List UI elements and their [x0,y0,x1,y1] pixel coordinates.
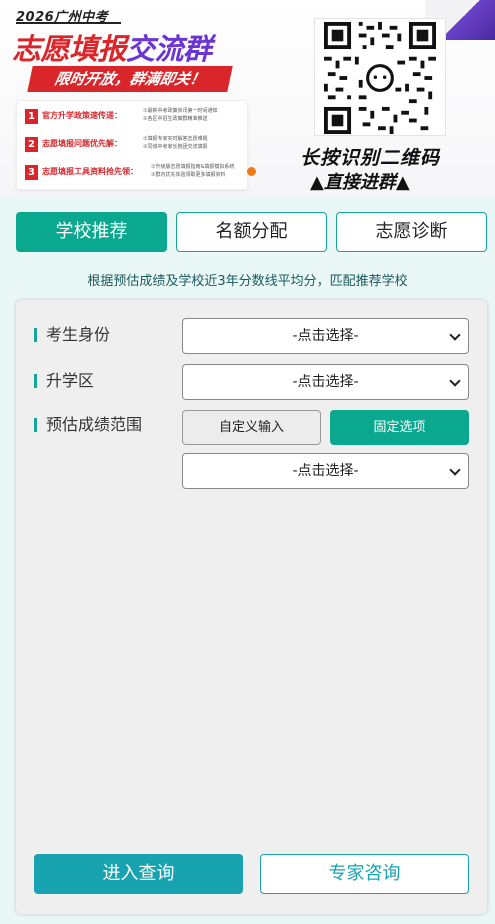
chevron-down-icon [449,329,461,341]
custom-input-button[interactable]: 自定义输入 [182,410,321,445]
chevron-down-icon [449,375,461,387]
district-select[interactable]: -点击选择- [182,364,469,400]
benefit-number: 3 [25,165,38,180]
qr-caption: 长按识别二维码 [300,147,441,169]
expert-consult-button[interactable]: 专家咨询 [260,854,469,894]
recommend-hint: 根据预估成绩及学校近3年分数线平均分，匹配推荐学校 [87,274,408,289]
identity-label: 考生身份 [34,325,110,345]
carousel-dot[interactable] [247,167,256,176]
tab-quota-allocation[interactable]: 名额分配 [176,212,327,252]
benefit-desc: ①升级版志愿填报指南&填报模拟系统 ②群内优先体验领取更多填报资料 [151,164,235,178]
qr-code[interactable] [314,18,446,136]
qr-code-icon [324,22,436,134]
identity-select-value: -点击选择- [292,328,359,344]
fixed-option-button[interactable]: 固定选项 [330,410,469,445]
tab-bar: 学校推荐 名额分配 志愿诊断 [16,212,487,252]
promo-banner[interactable]: 2026广州中考 志愿填报交流群 限时开放，群满即关！ 1 官方升学政策速传递：… [0,0,495,195]
tab-volunteer-diagnosis[interactable]: 志愿诊断 [336,212,487,252]
chevron-down-icon [449,464,461,476]
score-range-label: 预估成绩范围 [34,415,142,435]
banner-title-red: 志愿填报 [12,32,127,66]
benefit-desc: ①最新中考政策资讯第一时间通知 ②各区中招生政策群精准推送 [143,108,218,122]
banner-title-purple: 交流群 [126,32,212,66]
benefit-label: 志愿填报问题优先解： [42,139,122,148]
benefit-item: 1 官方升学政策速传递： ①最新中考政策资讯第一时间通知 ②各区中招生政策群精准推… [25,107,247,129]
benefit-label: 志愿填报工具资料抢先领： [42,167,138,176]
benefit-number: 1 [25,109,38,124]
benefit-desc: ①填报专家实时解答志愿难题 ②同城中考家长抱团交流填报 [143,136,208,150]
banner-ribbon: 限时开放，群满即关！ [27,66,233,92]
qr-caption-sub: ▲直接进群▲ [310,172,410,193]
tab-school-recommend[interactable]: 学校推荐 [16,212,167,252]
district-select-value: -点击选择- [292,374,359,390]
benefit-number: 2 [25,137,38,152]
recommend-form-panel: 考生身份 -点击选择- 升学区 -点击选择- 预估成绩范围 自定义输入 固定选项… [16,300,487,914]
benefit-item: 3 志愿填报工具资料抢先领： ①升级版志愿填报指南&填报模拟系统 ②群内优先体验领… [25,163,247,185]
banner-underline [16,22,121,24]
score-range-select-value: -点击选择- [292,463,359,479]
score-range-select[interactable]: -点击选择- [182,453,469,489]
district-label: 升学区 [34,371,94,391]
banner-benefits-card: 1 官方升学政策速传递： ①最新中考政策资讯第一时间通知 ②各区中招生政策群精准推… [16,100,248,190]
benefit-item: 2 志愿填报问题优先解： ①填报专家实时解答志愿难题 ②同城中考家长抱团交流填报 [25,135,247,157]
enter-query-button[interactable]: 进入查询 [34,854,243,894]
benefit-label: 官方升学政策速传递： [42,111,122,120]
banner-title: 志愿填报交流群 [12,26,212,68]
identity-select[interactable]: -点击选择- [182,318,469,354]
